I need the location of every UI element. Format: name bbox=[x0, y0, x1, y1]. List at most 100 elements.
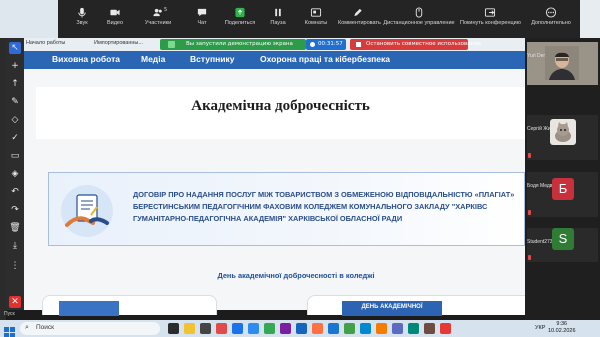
share-status-icon bbox=[168, 41, 175, 48]
shape-icon[interactable]: ▭ bbox=[9, 150, 21, 162]
share-timer: 00:31:57 bbox=[306, 39, 346, 50]
participant-tile-3[interactable]: Б Бодя Медведєв bbox=[527, 172, 598, 217]
bookmark-getting-started[interactable]: Начало работы bbox=[26, 40, 65, 46]
stop-icon bbox=[356, 42, 361, 47]
app-icon[interactable] bbox=[424, 323, 435, 334]
cat-avatar-icon bbox=[550, 119, 576, 145]
participant-tile-1[interactable]: Yuri Dem'yanik bbox=[527, 42, 598, 85]
muted-mic-icon bbox=[528, 153, 531, 158]
app-icon[interactable] bbox=[280, 323, 291, 334]
participants-button[interactable]: 5 Участники bbox=[138, 7, 178, 35]
annotation-toolbar: ↖ + ↑ ✎ ◇ ✓ ▭ ◈ ↶ ↷ 🗑 ⤓ ⋮ ✕ bbox=[6, 38, 24, 310]
leave-label: Покинуть конференцию bbox=[460, 20, 521, 26]
redo-icon[interactable]: ↷ bbox=[9, 204, 21, 216]
nav-item-media[interactable]: Медіа bbox=[141, 54, 165, 64]
app-icon[interactable] bbox=[392, 323, 403, 334]
app-icon[interactable] bbox=[328, 323, 339, 334]
chrome-icon[interactable] bbox=[344, 323, 355, 334]
video-label: Видео bbox=[106, 20, 124, 26]
app-icon[interactable] bbox=[232, 323, 243, 334]
video-button[interactable]: Видео bbox=[95, 7, 135, 35]
check-icon[interactable]: ✓ bbox=[9, 132, 21, 144]
cursor-icon[interactable]: ↖ bbox=[9, 42, 21, 54]
remote-control-button[interactable]: Дистанционное управление bbox=[382, 7, 456, 35]
more-label: Дополнительно bbox=[531, 20, 571, 26]
bookmark-imported[interactable]: Импортированны... bbox=[94, 40, 143, 46]
timer-text: 00:31:57 bbox=[318, 41, 343, 47]
leave-icon bbox=[484, 8, 496, 17]
share-label: Поделиться bbox=[224, 20, 256, 26]
language-indicator[interactable]: УКР bbox=[535, 325, 545, 331]
app-icon[interactable] bbox=[264, 323, 275, 334]
webcam-video bbox=[545, 46, 579, 80]
taskbar-search[interactable]: ⌕ Поиск bbox=[20, 322, 160, 335]
firefox-icon[interactable] bbox=[312, 323, 323, 334]
remote-control-label: Дистанционное управление bbox=[383, 20, 455, 26]
delete-icon[interactable]: 🗑 bbox=[9, 222, 21, 234]
app-icon[interactable] bbox=[248, 323, 259, 334]
news-card-2[interactable]: ДЕНЬ АКАДЕМІЧНОЇ bbox=[307, 295, 553, 316]
spotlight-icon[interactable]: ◇ bbox=[9, 114, 21, 126]
chat-button[interactable]: Чат bbox=[182, 7, 222, 35]
app-icon[interactable] bbox=[408, 323, 419, 334]
avatar-s: S bbox=[552, 228, 574, 250]
pointer-icon[interactable]: ↑ bbox=[9, 78, 21, 90]
meeting-toolbar: Звук Видео 5 Участники Чат Поделиться Па… bbox=[0, 0, 600, 38]
app-icon[interactable] bbox=[440, 323, 451, 334]
stop-sharing-button[interactable]: Остановить совместное использование bbox=[350, 39, 481, 50]
pause-button[interactable]: Пауза bbox=[258, 7, 298, 35]
contract-line-2: БЕРЕСТИНСЬКИМ ПЕДАГОГІЧНИМ ФАХОВИМ КОЛЕД… bbox=[133, 202, 488, 211]
news-card-1[interactable] bbox=[42, 295, 217, 316]
video-camera-icon bbox=[110, 9, 120, 16]
clock-time: 9:36 bbox=[556, 321, 568, 327]
contract-line-1: ДОГОВІР ПРО НАДАННЯ ПОСЛУГ МІЖ ТОВАРИСТВ… bbox=[133, 190, 515, 199]
chat-label: Чат bbox=[197, 20, 207, 26]
more-icon bbox=[545, 7, 557, 18]
day-heading[interactable]: День академічної доброчесності в коледжі bbox=[24, 271, 568, 280]
microphone-icon bbox=[78, 7, 86, 18]
task-view-icon[interactable] bbox=[168, 323, 179, 334]
nav-item-education[interactable]: Виховна робота bbox=[52, 54, 120, 64]
pen-icon[interactable]: ✎ bbox=[9, 96, 21, 108]
app-icon[interactable] bbox=[296, 323, 307, 334]
windows-start-icon[interactable] bbox=[4, 323, 15, 337]
taskbar-clock[interactable]: 9:36 10.02.2026 bbox=[548, 321, 576, 335]
app-icon[interactable] bbox=[376, 323, 387, 334]
leave-button[interactable]: Покинуть конференцию bbox=[460, 7, 521, 35]
muted-mic-icon bbox=[528, 255, 531, 260]
contract-text: ДОГОВІР ПРО НАДАННЯ ПОСЛУГ МІЖ ТОВАРИСТВ… bbox=[133, 189, 525, 225]
participants-count: 5 bbox=[164, 7, 168, 13]
eraser-icon[interactable]: ◈ bbox=[9, 168, 21, 180]
undo-icon[interactable]: ↶ bbox=[9, 186, 21, 198]
pause-icon bbox=[275, 8, 281, 17]
participants-panel: Yuri Dem'yanik Сергій Жидков Б Бодя Медв… bbox=[525, 38, 600, 320]
annotate-button[interactable]: Комментировать bbox=[338, 7, 381, 35]
card-2-banner: ДЕНЬ АКАДЕМІЧНОЇ bbox=[342, 301, 442, 316]
share-button[interactable]: Поделиться bbox=[220, 7, 260, 35]
site-nav: Виховна робота Медіа Вступнику Охорона п… bbox=[24, 51, 525, 69]
save-icon[interactable]: ⤓ bbox=[9, 240, 21, 252]
contract-line-3: ГУМАНІТАРНО-ПЕДАГОГІЧНА АКАДЕМІЯ" ХАРКІВ… bbox=[133, 214, 403, 223]
contract-card[interactable]: ДОГОВІР ПРО НАДАННЯ ПОСЛУГ МІЖ ТОВАРИСТВ… bbox=[48, 172, 525, 246]
participant-tile-2[interactable]: Сергій Жидков bbox=[527, 115, 598, 160]
participants-label: Участники bbox=[144, 20, 172, 26]
close-icon[interactable]: ✕ bbox=[9, 296, 21, 308]
document-signing-icon bbox=[61, 185, 113, 237]
rooms-icon bbox=[310, 8, 322, 17]
window-edge-right bbox=[580, 0, 600, 38]
more-button[interactable]: Дополнительно bbox=[524, 7, 578, 35]
nav-item-admission[interactable]: Вступнику bbox=[190, 54, 234, 64]
chat-icon bbox=[197, 8, 207, 17]
rooms-label: Комнаты bbox=[304, 20, 328, 26]
more-tools-icon[interactable]: ⋮ bbox=[9, 260, 21, 272]
app-icon[interactable] bbox=[216, 323, 227, 334]
sharing-text: Вы запустили демонстрацию экрана bbox=[186, 41, 293, 47]
zoom-app-icon[interactable] bbox=[360, 323, 371, 334]
participant-tile-4[interactable]: S Student273 Шулян bbox=[527, 228, 598, 262]
file-explorer-icon[interactable] bbox=[184, 323, 195, 334]
record-dot-icon bbox=[310, 42, 315, 47]
nav-item-safety[interactable]: Охорона праці та кібербезпека bbox=[260, 54, 390, 64]
add-icon[interactable]: + bbox=[9, 60, 21, 72]
app-icon[interactable] bbox=[200, 323, 211, 334]
rooms-button[interactable]: Комнаты bbox=[296, 7, 336, 35]
